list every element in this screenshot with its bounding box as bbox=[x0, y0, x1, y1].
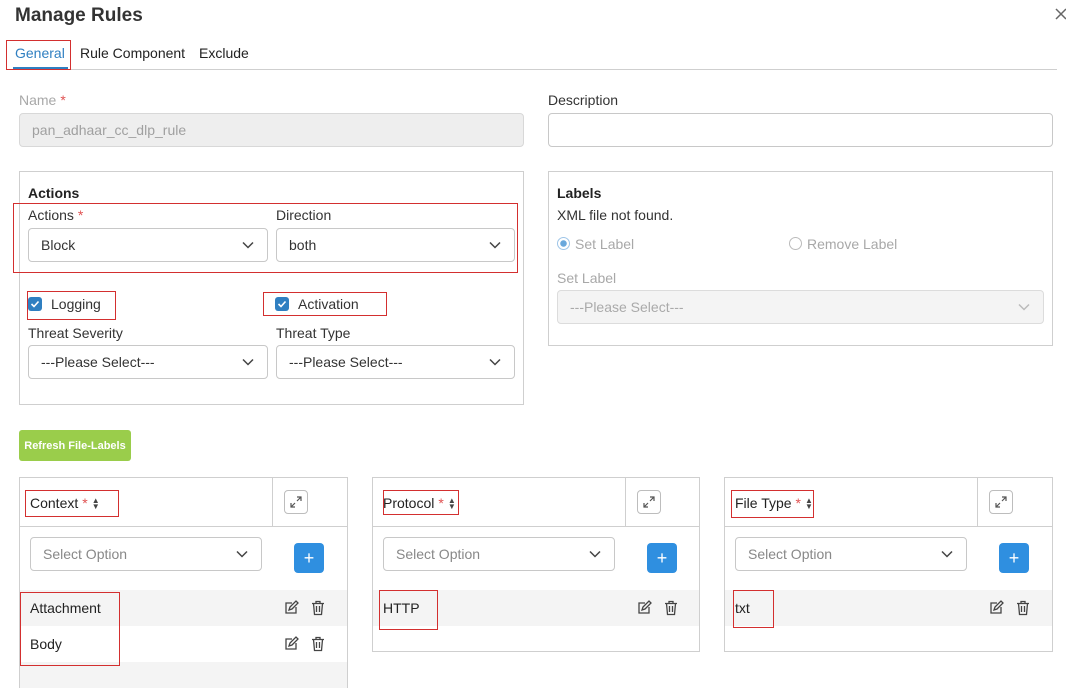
logging-label: Logging bbox=[51, 296, 101, 312]
file-type-header[interactable]: File Type * ▲ ▼ bbox=[735, 495, 813, 511]
actions-panel-title: Actions bbox=[28, 185, 80, 201]
chevron-down-icon bbox=[941, 550, 953, 558]
expand-icon[interactable] bbox=[989, 490, 1013, 514]
name-field: pan_adhaar_cc_dlp_rule bbox=[19, 113, 524, 147]
trash-icon[interactable] bbox=[310, 636, 326, 652]
set-label-radio bbox=[557, 237, 570, 250]
edit-icon[interactable] bbox=[988, 600, 1004, 616]
protocol-table-header: Protocol * ▲ ▼ bbox=[373, 478, 699, 527]
tab-rule-component[interactable]: Rule Component bbox=[80, 45, 185, 61]
threat-severity-label: Threat Severity bbox=[28, 325, 123, 341]
check-icon bbox=[30, 300, 40, 308]
context-select[interactable]: Select Option bbox=[30, 537, 262, 571]
edit-icon[interactable] bbox=[283, 600, 299, 616]
chevron-down-icon bbox=[242, 358, 254, 366]
sort-icon[interactable]: ▲ ▼ bbox=[805, 497, 813, 511]
table-row: Body bbox=[20, 626, 347, 662]
protocol-header[interactable]: Protocol * ▲ ▼ bbox=[383, 495, 456, 511]
table-row: Attachment bbox=[20, 590, 347, 626]
dialog-title: Manage Rules bbox=[15, 5, 143, 26]
logging-checkbox[interactable] bbox=[28, 297, 42, 311]
threat-severity-select[interactable]: ---Please Select--- bbox=[28, 345, 268, 379]
edit-icon[interactable] bbox=[636, 600, 652, 616]
set-label-radio-label: Set Label bbox=[575, 236, 635, 252]
table-row-empty bbox=[20, 662, 347, 688]
context-table-header: Context * ▲ ▼ bbox=[20, 478, 347, 527]
actions-label: Actions * bbox=[28, 207, 84, 223]
protocol-table: Protocol * ▲ ▼ Select Option + HTTP bbox=[372, 477, 700, 652]
set-label-label: Set Label bbox=[557, 270, 617, 286]
header-divider bbox=[272, 478, 273, 527]
chevron-down-icon bbox=[589, 550, 601, 558]
expand-icon[interactable] bbox=[284, 490, 308, 514]
chevron-down-icon bbox=[489, 358, 501, 366]
activation-checkbox[interactable] bbox=[275, 297, 289, 311]
check-icon bbox=[277, 300, 287, 308]
header-divider bbox=[977, 478, 978, 527]
trash-icon[interactable] bbox=[663, 600, 679, 616]
close-icon[interactable] bbox=[1053, 4, 1066, 24]
tab-general[interactable]: General bbox=[15, 45, 65, 61]
threat-type-label: Threat Type bbox=[276, 325, 351, 341]
sort-icon[interactable]: ▲ ▼ bbox=[92, 497, 100, 511]
add-file-type-button[interactable]: + bbox=[999, 543, 1029, 573]
trash-icon[interactable] bbox=[310, 600, 326, 616]
description-label: Description bbox=[548, 92, 619, 108]
context-row-label: Body bbox=[30, 636, 62, 652]
chevron-down-icon bbox=[236, 550, 248, 558]
table-row: HTTP bbox=[373, 590, 699, 626]
header-divider bbox=[625, 478, 626, 527]
remove-label-radio bbox=[789, 237, 802, 250]
protocol-select[interactable]: Select Option bbox=[383, 537, 615, 571]
tab-exclude[interactable]: Exclude bbox=[199, 45, 249, 61]
threat-type-select[interactable]: ---Please Select--- bbox=[276, 345, 515, 379]
file-type-table: File Type * ▲ ▼ Select Option + txt bbox=[724, 477, 1053, 652]
active-tab-indicator bbox=[13, 67, 68, 70]
add-protocol-button[interactable]: + bbox=[647, 543, 677, 573]
expand-icon[interactable] bbox=[637, 490, 661, 514]
direction-label: Direction bbox=[276, 207, 332, 223]
activation-label: Activation bbox=[298, 296, 359, 312]
file-type-select[interactable]: Select Option bbox=[735, 537, 967, 571]
labels-panel-title: Labels bbox=[557, 185, 602, 201]
set-label-select: ---Please Select--- bbox=[557, 290, 1044, 324]
file-type-table-header: File Type * ▲ ▼ bbox=[725, 478, 1052, 527]
description-field[interactable] bbox=[548, 113, 1053, 147]
edit-icon[interactable] bbox=[283, 636, 299, 652]
remove-label-radio-label: Remove Label bbox=[807, 236, 898, 252]
add-context-button[interactable]: + bbox=[294, 543, 324, 573]
table-row: txt bbox=[725, 590, 1052, 626]
name-label: Name * bbox=[19, 92, 66, 108]
trash-icon[interactable] bbox=[1015, 600, 1031, 616]
actions-select[interactable]: Block bbox=[28, 228, 268, 262]
direction-select[interactable]: both bbox=[276, 228, 515, 262]
refresh-file-labels-button[interactable]: Refresh File-Labels bbox=[19, 430, 131, 461]
file-type-row-label: txt bbox=[735, 600, 750, 616]
chevron-down-icon bbox=[1018, 303, 1030, 311]
sort-icon[interactable]: ▲ ▼ bbox=[448, 497, 456, 511]
labels-message: XML file not found. bbox=[557, 207, 674, 223]
context-header[interactable]: Context * ▲ ▼ bbox=[30, 495, 100, 511]
tabs-divider bbox=[15, 69, 1057, 70]
chevron-down-icon bbox=[489, 241, 501, 249]
chevron-down-icon bbox=[242, 241, 254, 249]
context-row-label: Attachment bbox=[30, 600, 101, 616]
context-table: Context * ▲ ▼ Select Option + Attachment Bo… bbox=[19, 477, 348, 688]
protocol-row-label: HTTP bbox=[383, 600, 420, 616]
